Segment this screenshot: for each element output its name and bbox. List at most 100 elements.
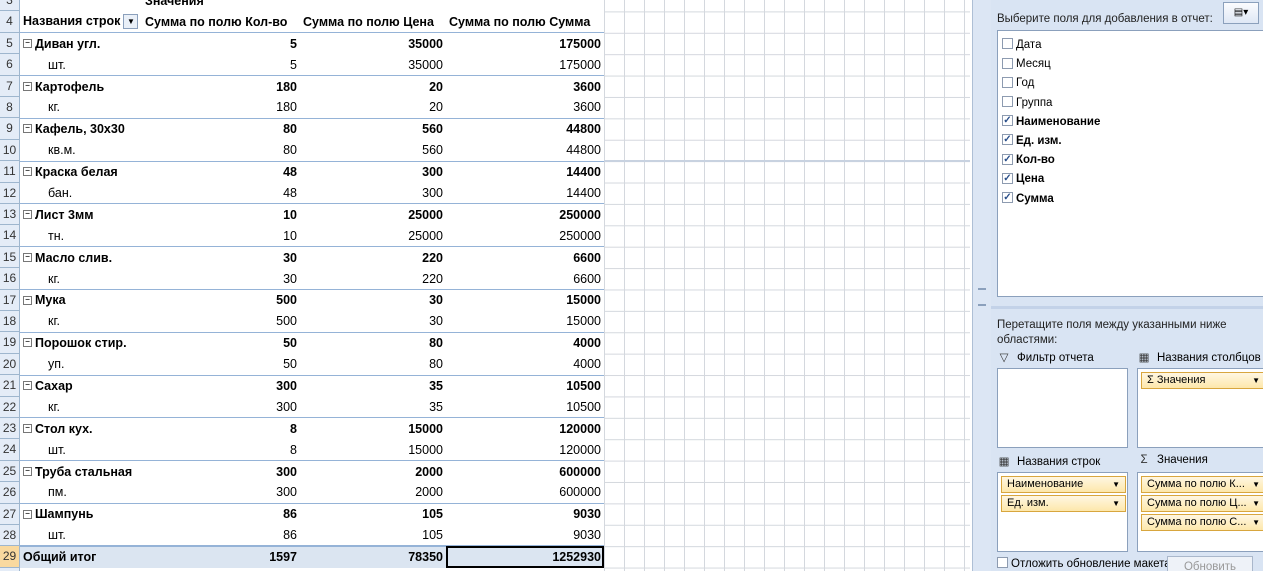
group-label-cell[interactable]: − Шампунь bbox=[20, 502, 142, 525]
price-cell[interactable]: 220 bbox=[300, 268, 446, 289]
spreadsheet-area[interactable]: 3 4 5 6 7 8 9 10 11 12 13 14 15 16 17 18 19 20 21 22 23 24 25 2… bbox=[0, 0, 970, 571]
price-cell[interactable]: 25000 bbox=[300, 203, 446, 226]
sum-cell[interactable]: 14400 bbox=[446, 183, 604, 204]
unit-label-cell[interactable]: шт. bbox=[20, 525, 142, 546]
group-label-cell[interactable]: − Сахар bbox=[20, 374, 142, 397]
qty-cell[interactable]: 80 bbox=[142, 117, 300, 140]
column-field-chip[interactable]: Σ Значения ▼ bbox=[1141, 372, 1263, 389]
total-sum-cell-selected[interactable]: 1252930 bbox=[446, 545, 604, 568]
section-divider[interactable] bbox=[991, 306, 1263, 309]
row-number[interactable]: 20 bbox=[0, 354, 19, 376]
qty-cell[interactable]: 86 bbox=[142, 502, 300, 525]
unit-label-cell[interactable]: кв.м. bbox=[20, 140, 142, 161]
sum-cell[interactable]: 15000 bbox=[446, 288, 604, 311]
sum-cell[interactable]: 10500 bbox=[446, 374, 604, 397]
qty-cell[interactable]: 5 bbox=[142, 32, 300, 55]
sum-cell[interactable]: 10500 bbox=[446, 396, 604, 417]
price-cell[interactable]: 80 bbox=[300, 331, 446, 354]
field-item[interactable]: Группа bbox=[1002, 95, 1052, 111]
qty-cell[interactable]: 8 bbox=[142, 417, 300, 440]
sum-cell[interactable]: 600000 bbox=[446, 460, 604, 482]
row-number[interactable]: 22 bbox=[0, 397, 19, 418]
checkbox-checked-icon[interactable]: ✓ bbox=[1002, 115, 1013, 127]
qty-cell[interactable]: 300 bbox=[142, 460, 300, 482]
row-number[interactable]: 7 bbox=[0, 76, 19, 97]
field-item[interactable]: ✓ Наименование bbox=[1002, 114, 1100, 130]
row-field-chip[interactable]: Наименование ▼ bbox=[1001, 476, 1126, 493]
unit-label-cell[interactable]: кг. bbox=[20, 311, 142, 332]
collapse-icon[interactable]: − bbox=[23, 381, 32, 391]
group-label-cell[interactable]: − Труба стальная bbox=[20, 460, 142, 482]
checkbox-icon[interactable] bbox=[1002, 76, 1013, 88]
collapse-icon[interactable]: − bbox=[23, 210, 32, 220]
price-cell[interactable]: 35 bbox=[300, 396, 446, 417]
dropdown-arrow-icon[interactable]: ▼ bbox=[1112, 477, 1120, 492]
checkbox-icon[interactable] bbox=[1002, 96, 1013, 108]
sum-cell[interactable]: 600000 bbox=[446, 482, 604, 503]
qty-cell[interactable]: 500 bbox=[142, 311, 300, 332]
row-number[interactable]: 23 bbox=[0, 418, 19, 440]
sum-cell[interactable]: 6600 bbox=[446, 246, 604, 269]
qty-cell[interactable]: 500 bbox=[142, 288, 300, 311]
row-number[interactable]: 4 bbox=[0, 11, 19, 33]
group-label-cell[interactable]: − Порошок стир. bbox=[20, 331, 142, 354]
value-field-chip[interactable]: Сумма по полю С... ▼ bbox=[1141, 514, 1263, 531]
sum-cell[interactable]: 175000 bbox=[446, 32, 604, 55]
collapse-icon[interactable]: − bbox=[23, 466, 32, 476]
empty-cell[interactable] bbox=[300, 0, 446, 11]
checkbox-icon[interactable] bbox=[1002, 57, 1013, 69]
checkbox-icon[interactable] bbox=[1002, 38, 1013, 50]
qty-cell[interactable]: 180 bbox=[142, 75, 300, 97]
group-label-cell[interactable]: − Масло слив. bbox=[20, 246, 142, 269]
collapse-icon[interactable]: − bbox=[23, 295, 32, 305]
qty-cell[interactable]: 300 bbox=[142, 482, 300, 503]
row-number[interactable]: 14 bbox=[0, 225, 19, 247]
field-item[interactable]: ✓ Кол-во bbox=[1002, 152, 1055, 168]
price-cell[interactable]: 220 bbox=[300, 246, 446, 269]
sum-cell[interactable]: 3600 bbox=[446, 97, 604, 118]
value-field-chip[interactable]: Сумма по полю Ц... ▼ bbox=[1141, 495, 1263, 512]
qty-cell[interactable]: 50 bbox=[142, 331, 300, 354]
qty-cell[interactable]: 300 bbox=[142, 374, 300, 397]
unit-label-cell[interactable]: шт. bbox=[20, 54, 142, 75]
layout-options-button[interactable]: ▤▾ bbox=[1223, 2, 1259, 24]
rows-area-box[interactable]: Наименование ▼ Ед. изм. ▼ bbox=[997, 472, 1128, 552]
group-label-cell[interactable]: − Кафель, 30х30 bbox=[20, 117, 142, 140]
row-number[interactable]: 3 bbox=[0, 0, 19, 12]
sum-cell[interactable]: 120000 bbox=[446, 439, 604, 460]
qty-cell[interactable]: 8 bbox=[142, 439, 300, 460]
sum-cell[interactable]: 4000 bbox=[446, 354, 604, 375]
price-cell[interactable]: 300 bbox=[300, 160, 446, 183]
empty-cell[interactable] bbox=[20, 0, 142, 11]
price-cell[interactable]: 300 bbox=[300, 183, 446, 204]
price-cell[interactable]: 30 bbox=[300, 288, 446, 311]
filter-dropdown-icon[interactable]: ▼ bbox=[123, 14, 139, 30]
price-cell[interactable]: 105 bbox=[300, 502, 446, 525]
qty-cell[interactable]: 80 bbox=[142, 140, 300, 161]
field-item[interactable]: ✓ Ед. изм. bbox=[1002, 133, 1062, 149]
collapse-icon[interactable]: − bbox=[23, 509, 32, 519]
unit-label-cell[interactable]: пм. bbox=[20, 482, 142, 503]
row-number[interactable]: 26 bbox=[0, 482, 19, 504]
sum-cell[interactable]: 250000 bbox=[446, 203, 604, 226]
row-number[interactable]: 28 bbox=[0, 525, 19, 547]
price-cell[interactable]: 80 bbox=[300, 354, 446, 375]
group-label-cell[interactable]: − Стол кух. bbox=[20, 417, 142, 440]
total-price-cell[interactable]: 78350 bbox=[300, 545, 446, 568]
row-number[interactable]: 8 bbox=[0, 97, 19, 119]
row-number[interactable]: 19 bbox=[0, 332, 19, 354]
unit-label-cell[interactable]: кг. bbox=[20, 268, 142, 289]
field-item[interactable]: Год bbox=[1002, 75, 1034, 91]
row-number[interactable]: 5 bbox=[0, 33, 19, 55]
values-area-box[interactable]: Сумма по полю К... ▼ Сумма по полю Ц... ▼ Су… bbox=[1137, 472, 1263, 552]
group-label-cell[interactable]: − Лист 3мм bbox=[20, 203, 142, 226]
collapse-icon[interactable]: − bbox=[23, 124, 32, 134]
dropdown-arrow-icon[interactable]: ▼ bbox=[1252, 515, 1260, 530]
row-field-chip[interactable]: Ед. изм. ▼ bbox=[1001, 495, 1126, 512]
row-number[interactable]: 29 bbox=[0, 546, 19, 568]
unit-label-cell[interactable]: кг. bbox=[20, 396, 142, 417]
price-cell[interactable]: 2000 bbox=[300, 460, 446, 482]
grand-total-label[interactable]: Общий итог bbox=[20, 545, 142, 568]
defer-checkbox-box[interactable] bbox=[997, 557, 1008, 569]
row-number[interactable]: 10 bbox=[0, 140, 19, 162]
